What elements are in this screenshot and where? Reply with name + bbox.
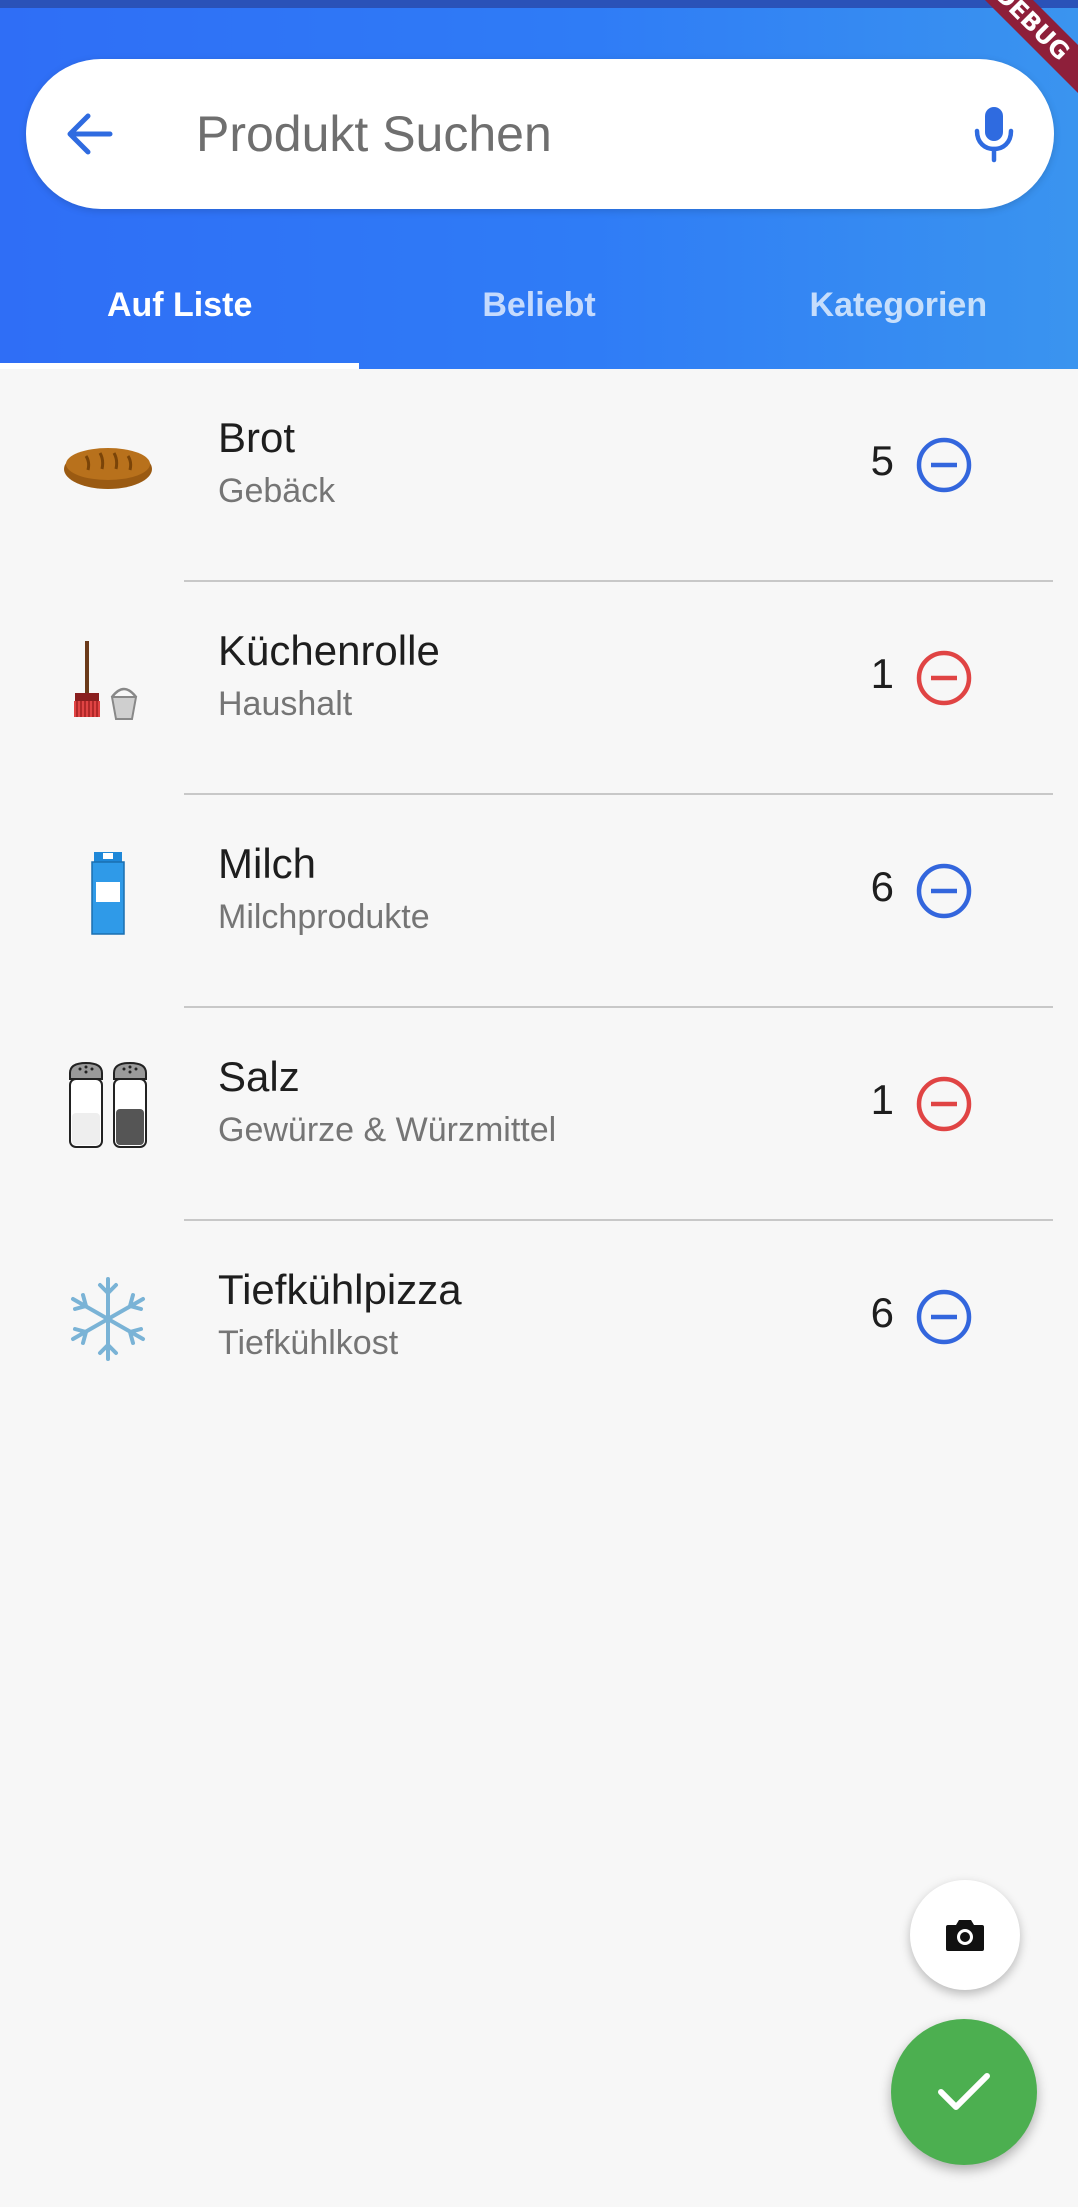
remove-button[interactable] bbox=[914, 861, 974, 921]
item-category: Haushalt bbox=[218, 685, 353, 723]
search-bar bbox=[26, 59, 1054, 209]
microphone-icon bbox=[974, 107, 1014, 163]
bread-icon bbox=[60, 419, 156, 515]
item-quantity: 6 bbox=[870, 1289, 894, 1336]
item-quantity: 5 bbox=[870, 437, 894, 484]
status-bar-strip bbox=[0, 0, 1078, 8]
camera-icon bbox=[946, 1920, 984, 1951]
list-item[interactable]: Salz Gewürze & Würzmittel 1 bbox=[0, 1008, 1078, 1221]
milk-carton-icon bbox=[60, 845, 156, 941]
app-header: DEBUG Auf Liste Beliebt Kategorien bbox=[0, 0, 1078, 369]
item-quantity: 6 bbox=[870, 863, 894, 910]
cleaning-supplies-icon bbox=[60, 632, 156, 728]
back-button[interactable] bbox=[66, 105, 162, 163]
item-name: Brot bbox=[218, 414, 296, 461]
minus-circle-icon bbox=[916, 650, 972, 706]
minus-circle-icon bbox=[916, 863, 972, 919]
check-icon bbox=[938, 2073, 990, 2110]
minus-circle-icon bbox=[916, 1289, 972, 1345]
list-item[interactable]: Tiefkühlpizza Tiefkühlkost 6 bbox=[0, 1221, 1078, 1434]
voice-search-button[interactable] bbox=[964, 101, 1024, 167]
remove-button[interactable] bbox=[914, 1074, 974, 1134]
item-name: Küchenrolle bbox=[218, 627, 440, 674]
snowflake-icon bbox=[60, 1271, 156, 1367]
list-item[interactable]: Küchenrolle Haushalt 1 bbox=[0, 582, 1078, 795]
item-category: Milchprodukte bbox=[218, 898, 430, 936]
item-name: Salz bbox=[218, 1053, 300, 1100]
item-quantity: 1 bbox=[870, 650, 894, 697]
salt-pepper-shakers-icon bbox=[60, 1058, 156, 1154]
tab-beliebt[interactable]: Beliebt bbox=[359, 268, 718, 369]
minus-circle-icon bbox=[916, 1076, 972, 1132]
list-item[interactable]: Milch Milchprodukte 6 bbox=[0, 795, 1078, 1008]
item-name: Milch bbox=[218, 840, 317, 887]
tab-kategorien[interactable]: Kategorien bbox=[719, 268, 1078, 369]
shopping-list-screen: DEBUG Auf Liste Beliebt Kategorien bbox=[0, 0, 1078, 2207]
list-item[interactable]: Brot Gebäck 5 bbox=[0, 369, 1078, 582]
item-quantity: 1 bbox=[870, 1076, 894, 1123]
minus-circle-icon bbox=[916, 437, 972, 493]
remove-button[interactable] bbox=[914, 435, 974, 495]
item-category: Gewürze & Würzmittel bbox=[218, 1111, 557, 1149]
tab-auf-liste[interactable]: Auf Liste bbox=[0, 268, 360, 369]
tab-bar: Auf Liste Beliebt Kategorien bbox=[0, 268, 1078, 369]
confirm-button[interactable] bbox=[891, 2019, 1037, 2165]
item-category: Tiefkühlkost bbox=[218, 1324, 399, 1362]
remove-button[interactable] bbox=[914, 1287, 974, 1347]
arrow-left-icon bbox=[67, 113, 113, 155]
item-name: Tiefkühlpizza bbox=[218, 1266, 462, 1313]
remove-button[interactable] bbox=[914, 648, 974, 708]
search-input[interactable] bbox=[196, 91, 956, 177]
item-category: Gebäck bbox=[218, 472, 336, 510]
scan-camera-button[interactable] bbox=[910, 1880, 1020, 1990]
shopping-list: Brot Gebäck 5 Küchenrolle Haushalt 1 Mil… bbox=[0, 369, 1078, 1434]
